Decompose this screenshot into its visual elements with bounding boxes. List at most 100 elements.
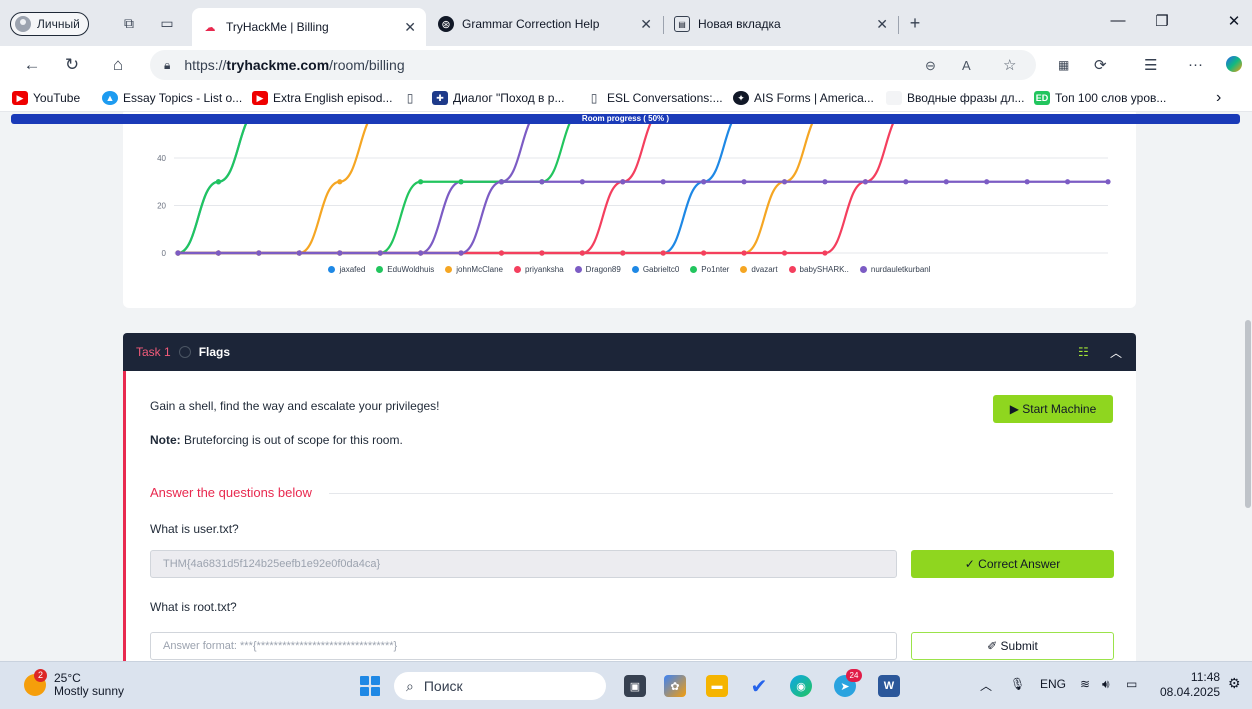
legend-swatch	[513, 266, 521, 273]
task-header[interactable]: Task 1 Flags ☷ ︿	[123, 333, 1136, 371]
close-window-icon[interactable]: ✕	[1222, 12, 1246, 30]
start-machine-button[interactable]: ▶ Start Machine	[993, 395, 1113, 423]
site-info-icon[interactable]: 🔒︎	[164, 58, 170, 73]
bookmark-essay-topics[interactable]: ▲ Essay Topics - List o...	[102, 89, 242, 107]
new-tab-plus-icon[interactable]: +	[906, 13, 924, 33]
more-menu-icon[interactable]: ···	[1188, 56, 1203, 73]
reload-icon[interactable]: ↻	[60, 54, 84, 76]
tray-overflow-icon[interactable]: ︿	[980, 677, 992, 694]
legend-item[interactable]: Po1nter	[690, 265, 729, 274]
edge-icon[interactable]: ◉	[790, 675, 812, 697]
clock[interactable]: 11:48 08.04.2025	[1160, 670, 1220, 700]
weather-widget[interactable]: 2 25°C Mostly sunny	[24, 669, 124, 698]
notifications-icon[interactable]: ⚙	[1228, 675, 1241, 692]
legend-item[interactable]: jaxafed	[328, 265, 365, 274]
copilot-app-icon[interactable]: ✿	[664, 675, 686, 697]
bookmark-dialog[interactable]: ✚ Диалог "Поход в р...	[432, 89, 564, 107]
bookmark-esl[interactable]: ▯ ESL Conversations:...	[586, 89, 723, 107]
legend-swatch	[690, 266, 698, 273]
zoom-icon[interactable]: ⊖	[925, 58, 936, 74]
data-point	[498, 179, 505, 185]
task-view-icon[interactable]: ▣	[624, 675, 646, 697]
workspaces-icon[interactable]: ⧉	[120, 14, 138, 32]
legend-item[interactable]: babySHARK..	[788, 265, 849, 274]
profile-button[interactable]: Личный	[10, 12, 89, 36]
chart-legend: jaxafed EduWoldhuis johnMcClane priyanksha D…	[123, 265, 1136, 274]
legend-item[interactable]: priyanksha	[513, 265, 564, 274]
uk-flag-icon: ✚	[432, 91, 448, 105]
close-tab-icon[interactable]: ✕	[404, 19, 416, 36]
microphone-icon[interactable]: 🎙︎	[1010, 677, 1025, 691]
task-note: Note: Bruteforcing is out of scope for t…	[150, 433, 403, 447]
room-progress-bar: Room progress ( 50% )	[11, 114, 1240, 124]
bookmark-label: Топ 100 слов уров...	[1055, 91, 1167, 105]
bookmark-extra-english[interactable]: ▶ Extra English episod...	[252, 89, 392, 107]
tab-tryhackme[interactable]: ☁ TryHackMe | Billing ✕	[192, 8, 426, 46]
tab-actions-icon[interactable]: ▭	[158, 14, 176, 32]
page-content: 40 20 0 jaxafed EduWoldhuis johnMcClane priya…	[0, 112, 1252, 661]
bookmark-label: Extra English episod...	[273, 91, 393, 105]
favorites-icon[interactable]: ☰	[1144, 56, 1157, 74]
y-tick-label: 0	[162, 249, 167, 258]
bookmark-ais-forms[interactable]: ✦ AIS Forms | America...	[733, 89, 874, 107]
start-button[interactable]	[360, 676, 380, 696]
extensions-icon[interactable]: ⟳	[1094, 56, 1107, 74]
bookmark-youtube[interactable]: ▶ YouTube	[12, 89, 80, 107]
battery-icon[interactable]: ▭	[1126, 677, 1137, 691]
data-point	[660, 179, 666, 185]
todo-icon[interactable]: ✔	[748, 675, 770, 698]
copilot-icon[interactable]	[1226, 56, 1242, 72]
leaderboard-chart-card: 40 20 0 jaxafed EduWoldhuis johnMcClane priya…	[123, 112, 1136, 308]
restore-icon[interactable]: ❐	[1150, 12, 1174, 30]
read-aloud-icon[interactable]: A	[962, 58, 971, 73]
legend-item[interactable]: johnMcClane	[445, 265, 503, 274]
bookmark-top100[interactable]: ED Топ 100 слов уров...	[1034, 89, 1166, 107]
legend-item[interactable]: Dragon89	[574, 265, 621, 274]
close-tab-icon[interactable]: ✕	[640, 16, 652, 33]
task-server-icon[interactable]: ☷	[1078, 345, 1089, 359]
data-point	[822, 179, 828, 185]
bookmark-label: YouTube	[33, 91, 81, 105]
data-point	[498, 250, 505, 256]
file-explorer-icon[interactable]: ▬	[706, 675, 728, 697]
bookmarks-more-icon[interactable]: ›	[1216, 89, 1221, 107]
legend-swatch	[740, 266, 748, 273]
bookmark-vvodnye[interactable]: Вводные фразы дл...	[886, 89, 1024, 107]
tab-new[interactable]: ▤ Новая вкладка ✕	[664, 8, 898, 40]
data-point	[984, 179, 990, 185]
minimize-icon[interactable]: —	[1106, 12, 1130, 29]
favorite-star-icon[interactable]: ☆	[1003, 56, 1016, 74]
language-indicator[interactable]: ENG	[1040, 677, 1066, 691]
taskbar-search[interactable]: ⌕ Поиск	[394, 672, 606, 700]
tab-grammar[interactable]: ⊛ Grammar Correction Help ✕	[428, 8, 662, 40]
legend-item[interactable]: nurdauletkurbanl	[859, 265, 931, 274]
legend-label: nurdauletkurbanl	[870, 265, 931, 274]
wifi-icon[interactable]: ≋	[1080, 677, 1090, 691]
volume-icon[interactable]: 🔊︎	[1102, 677, 1110, 692]
word-icon[interactable]: W	[878, 675, 900, 697]
submit-button[interactable]: ✐ Submit	[911, 632, 1114, 660]
telegram-icon[interactable]: ➤ 24	[834, 669, 862, 697]
url-path: /room/billing	[329, 57, 405, 73]
data-point	[903, 179, 909, 185]
url-field[interactable]: 🔒︎ https://tryhackme.com/room/billing	[150, 50, 1036, 80]
question-1-label: What is user.txt?	[150, 522, 239, 536]
legend-label: Po1nter	[701, 265, 730, 274]
home-icon[interactable]: ⌂	[106, 54, 130, 76]
answer-2-field[interactable]: Answer format: ***{*********************…	[150, 632, 897, 660]
collapse-chevron-icon[interactable]: ︿	[1110, 344, 1122, 361]
legend-label: priyanksha	[524, 265, 564, 274]
page-scrollbar[interactable]	[1245, 320, 1251, 508]
legend-label: johnMcClane	[456, 265, 503, 274]
qr-code-icon[interactable]: ▦	[1058, 58, 1069, 72]
data-point	[539, 179, 545, 185]
legend-item[interactable]: Gabrieltc0	[631, 265, 679, 274]
legend-item[interactable]: dvazart	[740, 265, 778, 274]
clock-date: 08.04.2025	[1160, 685, 1221, 699]
ais-forms-icon: ✦	[733, 91, 749, 105]
legend-swatch	[859, 266, 867, 273]
bookmark-page[interactable]: ▯	[402, 89, 418, 107]
close-tab-icon[interactable]: ✕	[876, 16, 888, 33]
back-icon[interactable]: ←	[20, 54, 44, 76]
legend-item[interactable]: EduWoldhuis	[376, 265, 434, 274]
